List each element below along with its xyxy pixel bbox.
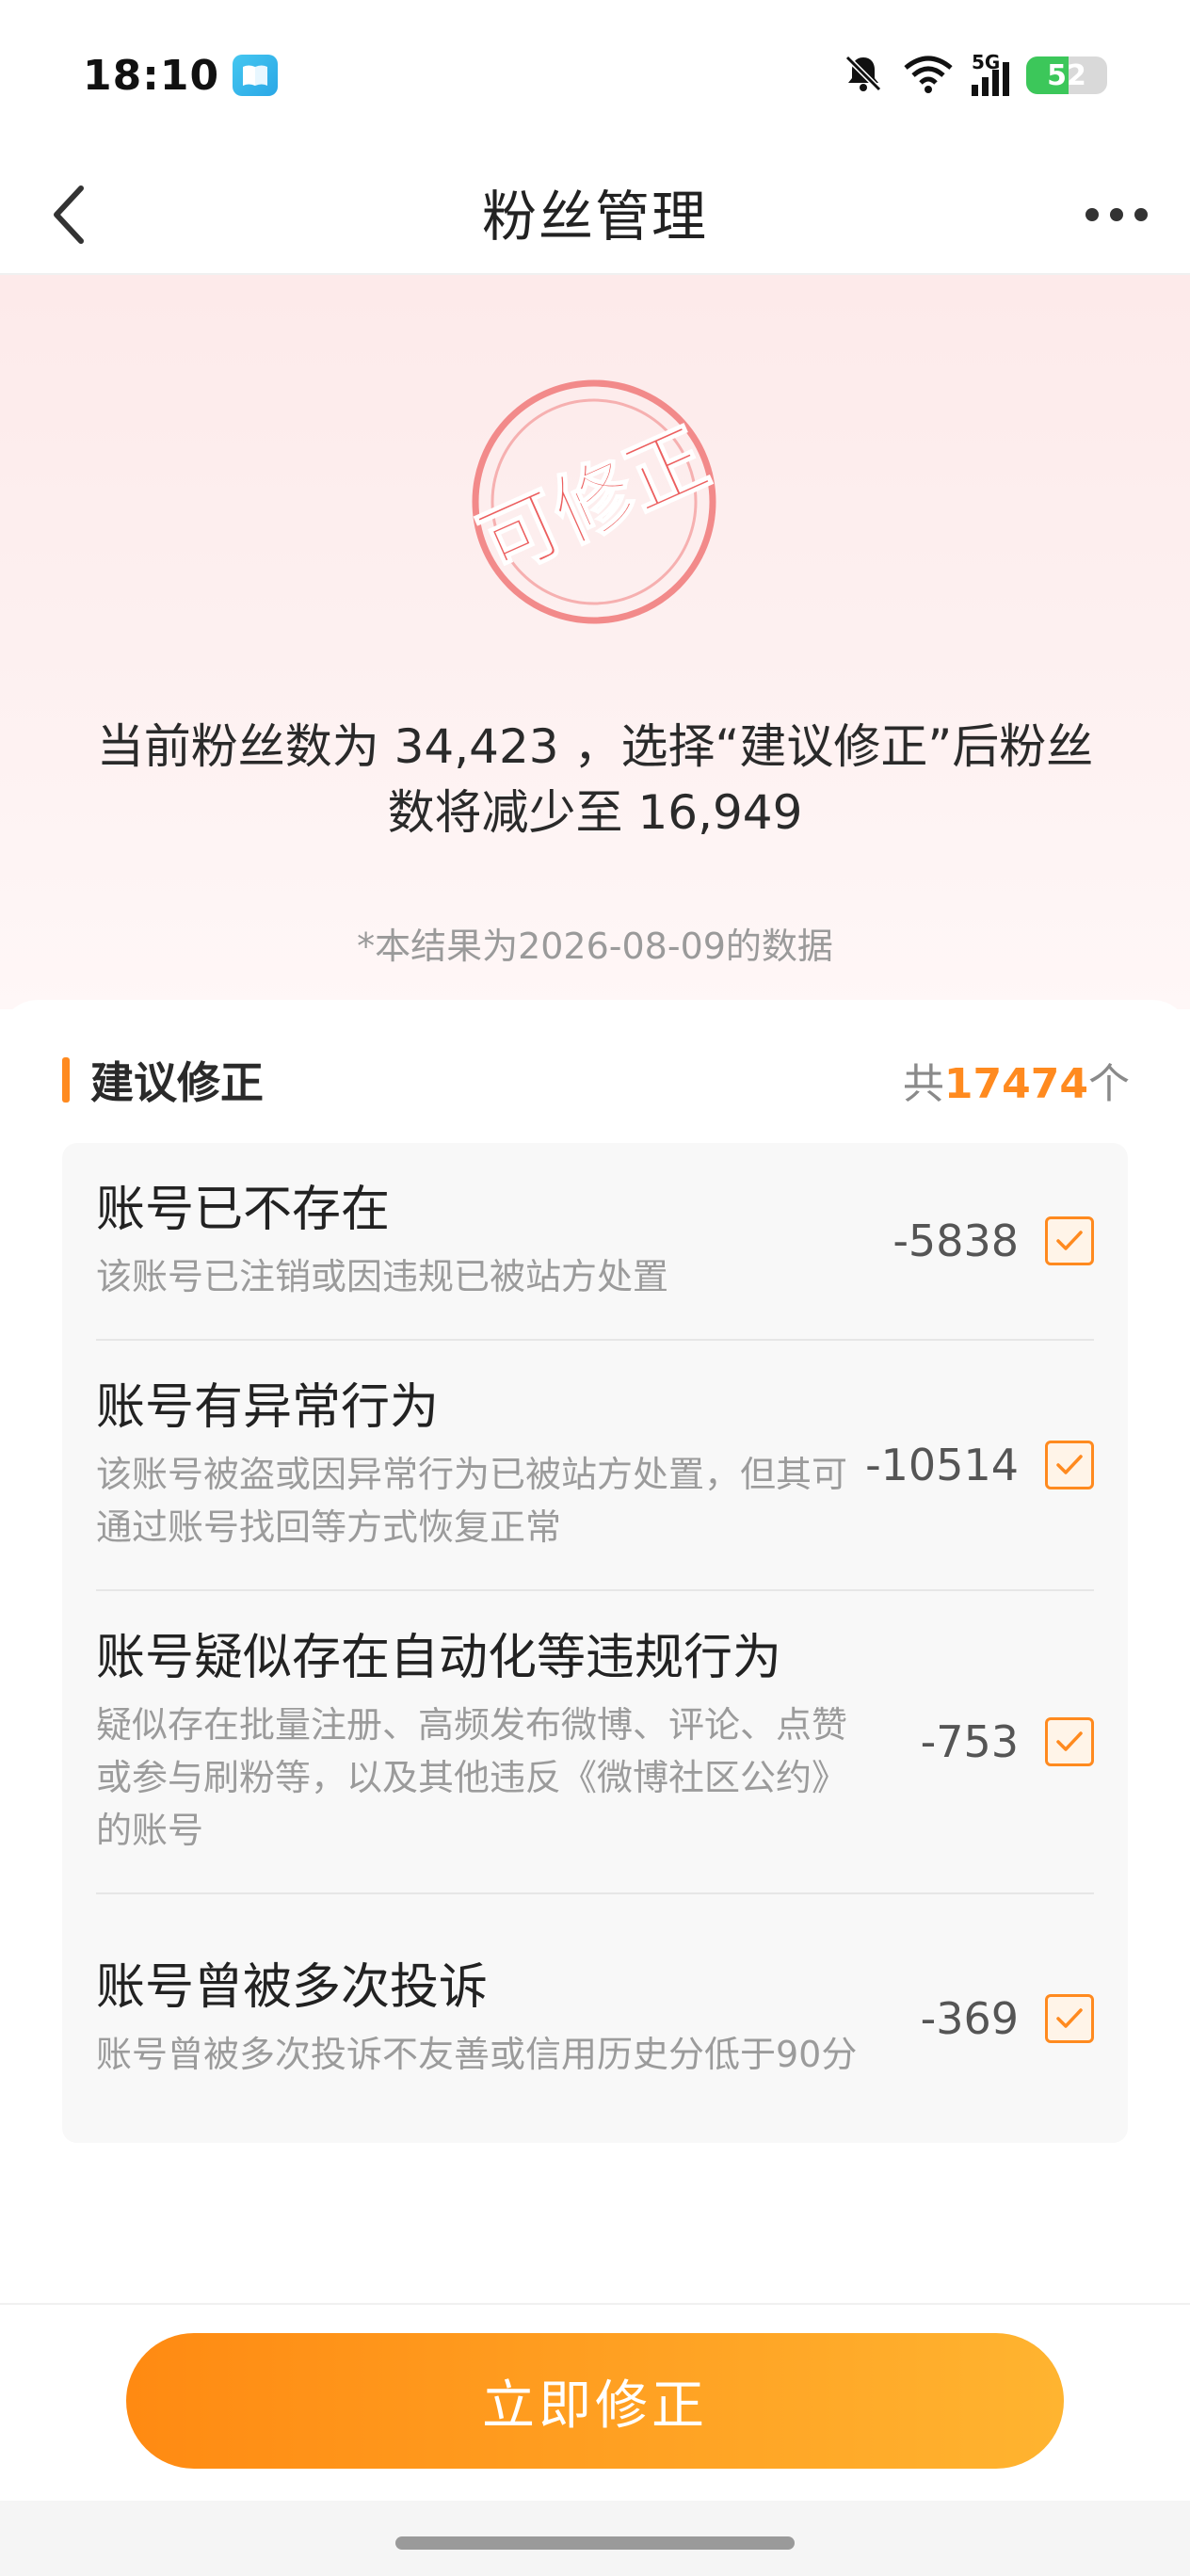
battery-level: 52 (1047, 58, 1086, 92)
item-count: -753 (920, 1716, 1019, 1767)
network-label: 5G (972, 51, 1001, 73)
category-list: 账号已不存在 该账号已注销或因违规已被站方处置 -5838 账号有异常行为 该账… (62, 1143, 1128, 2143)
battery-icon: 52 (1026, 56, 1107, 94)
status-time: 18:10 (83, 51, 220, 100)
signal-icon: 5G (972, 51, 1009, 96)
status-left: 18:10 (83, 51, 279, 100)
item-count: -369 (920, 1993, 1019, 2044)
section-header: 建议修正 共17474个 (62, 1047, 1130, 1113)
book-icon (233, 55, 279, 96)
item-title: 账号有异常行为 (96, 1379, 440, 1436)
suggestion-card: 建议修正 共17474个 账号已不存在 该账号已注销或因违规已被站方处置 -58… (0, 1000, 1190, 2303)
status-bar: 18:10 5G 52 (0, 0, 1190, 151)
check-icon (1056, 1731, 1083, 1751)
checkbox[interactable] (1045, 1717, 1094, 1766)
item-desc: 疑似存在批量注册、高频发布微博、评论、点赞或参与刷粉等，以及其他违反《微博社区公… (96, 1704, 848, 1851)
section-title-text: 建议修正 (90, 1057, 264, 1108)
item-desc: 该账号被盗或因异常行为已被站方处置，但其可通过账号找回等方式恢复正常 (96, 1454, 848, 1548)
section-title: 建议修正 (62, 1049, 264, 1111)
list-item[interactable]: 账号疑似存在自动化等违规行为 疑似存在批量注册、高频发布微博、评论、点赞或参与刷… (96, 1591, 1094, 1894)
list-item[interactable]: 账号曾被多次投诉 账号曾被多次投诉不友善或信用历史分低于90分 -369 (96, 1894, 1094, 2143)
count-value: 17474 (943, 1060, 1088, 1108)
checkbox[interactable] (1045, 1441, 1094, 1489)
title-accent-bar (62, 1057, 70, 1103)
status-right: 5G 52 (842, 51, 1107, 99)
back-button[interactable] (30, 177, 105, 252)
count-prefix: 共 (902, 1060, 944, 1108)
item-desc: 该账号已注销或因违规已被站方处置 (96, 1256, 669, 1297)
list-item[interactable]: 账号已不存在 该账号已注销或因违规已被站方处置 -5838 (96, 1143, 1094, 1341)
nav-bar: 粉丝管理 (0, 151, 1190, 275)
total-count: 共17474个 (903, 1050, 1130, 1110)
more-dots-icon (1085, 208, 1099, 221)
check-icon (1056, 2008, 1083, 2028)
bottom-action-bar: 立即修正 (0, 2303, 1190, 2501)
hero-section: 可修正 当前粉丝数为 34,423 ，选择“建议修正”后粉丝数将减少至 16,9… (0, 275, 1190, 1009)
item-title: 账号曾被多次投诉 (96, 1959, 489, 2016)
wifi-icon (902, 53, 955, 98)
checkbox[interactable] (1045, 1216, 1094, 1265)
chevron-left-icon (54, 185, 84, 244)
item-desc: 账号曾被多次投诉不友善或信用历史分低于90分 (96, 2034, 858, 2075)
hero-summary: 当前粉丝数为 34,423 ，选择“建议修正”后粉丝数将减少至 16,949 (96, 719, 1094, 840)
fix-now-button[interactable]: 立即修正 (126, 2333, 1064, 2469)
page-title: 粉丝管理 (481, 185, 708, 249)
item-title: 账号疑似存在自动化等违规行为 (96, 1630, 782, 1686)
count-suffix: 个 (1088, 1060, 1130, 1108)
home-indicator[interactable] (395, 2536, 795, 2550)
check-icon (1056, 1455, 1083, 1474)
stamp-text: 可修正 (469, 411, 719, 592)
mute-bell-icon (842, 52, 885, 99)
data-date-note: *本结果为2026-08-09的数据 (357, 926, 833, 967)
list-item[interactable]: 账号有异常行为 该账号被盗或因异常行为已被站方处置，但其可通过账号找回等方式恢复… (96, 1341, 1094, 1591)
checkbox[interactable] (1045, 1994, 1094, 2043)
item-count: -10514 (865, 1440, 1019, 1490)
gesture-area (0, 2501, 1190, 2576)
more-button[interactable] (1069, 177, 1164, 252)
item-title: 账号已不存在 (96, 1182, 391, 1238)
check-icon (1056, 1231, 1083, 1250)
item-count: -5838 (892, 1216, 1019, 1266)
stamp-icon: 可修正 (469, 379, 719, 624)
